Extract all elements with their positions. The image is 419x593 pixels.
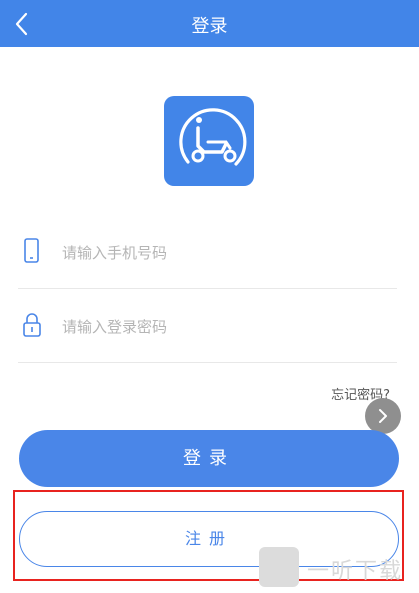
chevron-right-icon xyxy=(379,409,387,423)
phone-field[interactable]: 请输入手机号码 xyxy=(18,214,397,289)
watermark-logo-icon xyxy=(259,547,299,587)
app-header: 登录 xyxy=(0,0,419,47)
scooter-gauge-icon xyxy=(179,108,247,166)
lock-icon xyxy=(23,313,41,337)
app-logo xyxy=(164,96,254,186)
watermark-text: 一听下载 xyxy=(307,559,404,584)
phone-input-placeholder[interactable]: 请输入手机号码 xyxy=(62,242,167,263)
page-title: 登录 xyxy=(191,16,228,37)
watermark: 一听下载 xyxy=(259,547,419,587)
phone-icon xyxy=(24,238,39,263)
password-field[interactable]: 请输入登录密码 xyxy=(18,288,397,363)
password-input-placeholder[interactable]: 请输入登录密码 xyxy=(62,316,167,337)
floating-next-button[interactable] xyxy=(365,398,401,434)
login-button[interactable]: 登录 xyxy=(19,430,399,487)
